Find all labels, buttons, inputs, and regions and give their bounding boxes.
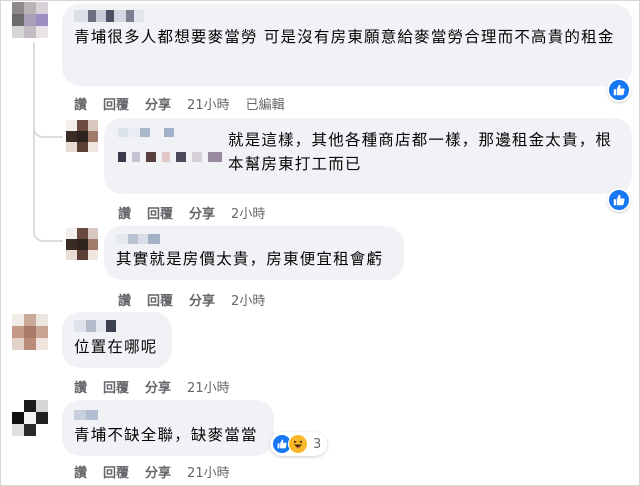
like-reaction-badge[interactable] [607,188,631,212]
timestamp[interactable]: 21小時 [187,462,230,481]
timestamp[interactable]: 2小時 [231,290,265,309]
reply-bubble: 就是這樣，其他各種商店都一樣，那邊租金太貴，根本幫房東打工而已 [104,118,632,194]
edited-label: 已編輯 [245,98,285,113]
share-button[interactable]: 分享 [145,377,171,396]
thumbs-up-icon [613,84,625,96]
thumbs-up-icon [277,439,287,449]
comment-actions: 讚 回覆 分享 21小時 已編輯 [74,94,301,113]
reply-button[interactable]: 回覆 [103,377,129,396]
comment-actions: 讚 回覆 分享 21小時 [74,377,246,396]
reply-button[interactable]: 回覆 [103,94,129,113]
share-button[interactable]: 分享 [145,94,171,113]
avatar[interactable] [12,400,48,436]
author-name-redacted[interactable] [74,410,262,420]
reply-text: 其實就是房價太貴，房東便宜租會虧 [116,250,384,268]
author-name-redacted[interactable] [74,10,620,22]
comment-bubble: 位置在哪呢 [62,312,172,368]
comment-bubble: 青埔不缺全聯，缺麥當當 [62,400,274,456]
author-name-redacted[interactable] [118,152,222,162]
reply-bubble: 其實就是房價太貴，房東便宜租會虧 [104,226,404,280]
reply-actions: 讚 回覆 分享 2小時 [118,290,281,309]
like-button[interactable]: 讚 [74,462,87,481]
thumbs-up-icon [613,194,625,206]
reply-button[interactable]: 回覆 [147,290,173,309]
author-name-redacted[interactable] [116,234,392,244]
comment-actions: 讚 回覆 分享 21小時 [74,462,246,481]
timestamp[interactable]: 2小時 [231,203,265,222]
thread-connector [33,136,63,242]
avatar[interactable] [12,314,48,350]
share-button[interactable]: 分享 [189,290,215,309]
author-name-redacted[interactable] [118,128,174,137]
reply-button[interactable]: 回覆 [147,203,173,222]
haha-reaction [288,434,308,454]
reaction-count: 3 [313,436,322,452]
share-button[interactable]: 分享 [189,203,215,222]
comment-bubble: 青埔很多人都想要麥當勞 可是沒有房東願意給麥當勞合理而不高貴的租金 [62,4,632,86]
timestamp[interactable]: 21小時 [187,377,230,396]
reply-actions: 讚 回覆 分享 2小時 [118,203,281,222]
reaction-summary[interactable]: 3 [270,432,328,456]
avatar[interactable] [12,2,48,38]
comment-text: 青埔不缺全聯，缺麥當當 [74,426,258,444]
reply-button[interactable]: 回覆 [103,462,129,481]
like-button[interactable]: 讚 [74,377,87,396]
like-button[interactable]: 讚 [118,203,131,222]
share-button[interactable]: 分享 [145,462,171,481]
like-button[interactable]: 讚 [74,94,87,113]
like-reaction-badge[interactable] [607,78,631,102]
author-name-redacted[interactable] [74,320,160,332]
comment-text: 位置在哪呢 [74,338,158,356]
reply-text: 就是這樣，其他各種商店都一樣，那邊租金太貴，根本幫房東打工而已 [228,131,613,173]
comment-text: 青埔很多人都想要麥當勞 可是沒有房東願意給麥當勞合理而不高貴的租金 [74,28,615,46]
laughing-face-icon [293,440,303,449]
avatar[interactable] [66,228,98,260]
timestamp[interactable]: 21小時 [187,94,230,113]
avatar[interactable] [66,120,98,152]
like-button[interactable]: 讚 [118,290,131,309]
